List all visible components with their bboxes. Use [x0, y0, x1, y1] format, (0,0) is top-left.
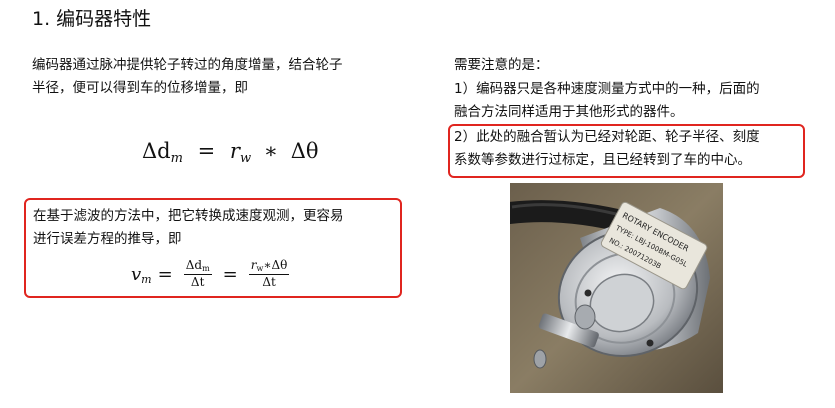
note-2-line-1: 2）此处的融合暂认为已经对轮距、轮子半径、刻度: [454, 129, 760, 145]
eq1-equals: =: [197, 139, 216, 163]
note-2-line-2: 系数等参数进行过标定，且已经转到了车的中心。: [454, 152, 751, 168]
eq2-frac2-den: Δt: [262, 275, 276, 289]
note-1: 1）编码器只是各种速度测量方式中的一种，后面的 融合方法同样适用于其他形式的器件…: [454, 78, 760, 124]
note-1-line-1: 1）编码器只是各种速度测量方式中的一种，后面的: [454, 81, 760, 97]
eq2-fraction-1: Δdm Δt: [183, 258, 212, 289]
eq1-lhs: Δd: [142, 139, 171, 163]
velocity-text: 在基于滤波的方法中，把它转换成速度观测，更容易 进行误差方程的推导，即: [33, 205, 344, 251]
eq2-fraction-2: rw∗Δθ Δt: [248, 258, 290, 289]
displacement-equation: Δdm = rw ∗ Δθ: [142, 138, 319, 172]
encoder-description: 编码器通过脉冲提供轮子转过的角度增量，结合轮子 半径，便可以得到车的位移增量，即: [32, 54, 407, 100]
eq2-frac2-rest: ∗Δθ: [263, 258, 288, 272]
eq1-times: ∗: [263, 139, 279, 163]
note-2: 2）此处的融合暂认为已经对轮距、轮子半径、刻度 系数等参数进行过标定，且已经转到…: [454, 126, 760, 172]
eq2-frac1-num: Δd: [185, 258, 203, 272]
eq2-equals-2: =: [222, 263, 238, 285]
eq2-equals-1: =: [157, 263, 173, 285]
description-line-1: 编码器通过脉冲提供轮子转过的角度增量，结合轮子: [32, 57, 343, 73]
notes-heading: 需要注意的是：: [454, 57, 549, 73]
description-line-2: 半径，便可以得到车的位移增量，即: [32, 80, 248, 96]
eq1-r-sub: w: [239, 151, 252, 166]
eq1-rhs: Δθ: [290, 139, 319, 163]
eq2-frac2-r-sub: w: [256, 264, 264, 273]
note-1-line-2: 融合方法同样适用于其他形式的器件。: [454, 104, 684, 120]
eq2-v: v: [131, 263, 142, 285]
eq1-r: r: [229, 139, 240, 163]
section-title: 1. 编码器特性: [32, 8, 152, 30]
velocity-line-2: 进行误差方程的推导，即: [33, 231, 182, 247]
velocity-line-1: 在基于滤波的方法中，把它转换成速度观测，更容易: [33, 208, 344, 224]
velocity-equation: vm = Δdm Δt = rw∗Δθ Δt: [131, 259, 294, 289]
eq1-lhs-sub: m: [170, 151, 183, 166]
rotary-encoder-photo: ROTARY ENCODER TYPE: LBJ-100BM-G05L NO.:…: [510, 183, 723, 393]
eq2-frac1-den: Δt: [190, 275, 205, 289]
eq2-v-sub: m: [141, 272, 152, 286]
eq2-frac2-r: r: [250, 258, 257, 272]
eq2-frac1-num-sub: m: [202, 264, 210, 273]
